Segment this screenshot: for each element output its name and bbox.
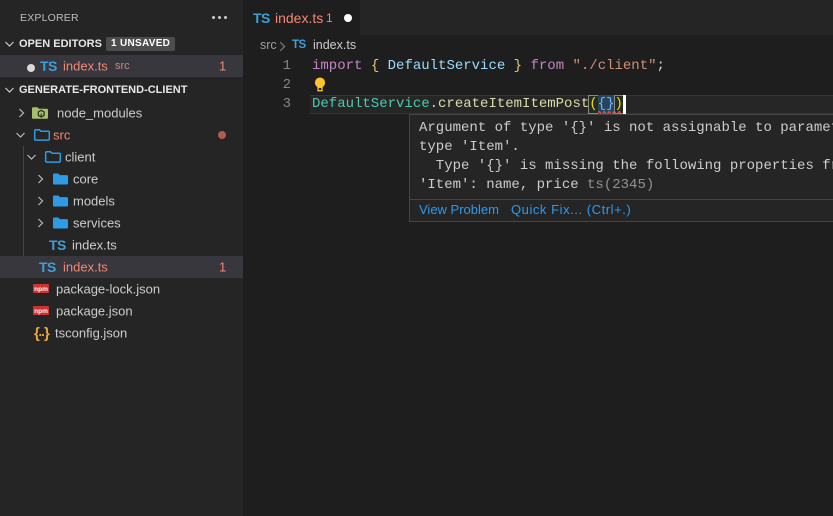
svg-text:}: } (44, 325, 50, 341)
svg-text:{: { (34, 325, 40, 341)
svg-text:npm: npm (34, 308, 48, 315)
svg-text:npm: npm (34, 286, 48, 293)
